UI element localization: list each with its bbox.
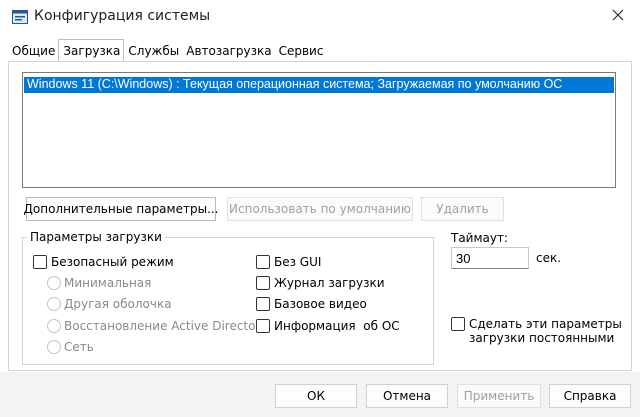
close-button[interactable] bbox=[596, 0, 640, 32]
cancel-button[interactable]: Отмена bbox=[366, 384, 448, 408]
safe-mode-minimal-label: Минимальная bbox=[64, 276, 152, 290]
timeout-unit-label: сек. bbox=[536, 251, 562, 265]
tab-tools[interactable]: Сервис bbox=[275, 41, 327, 61]
close-icon bbox=[612, 9, 624, 24]
boot-options-legend: Параметры загрузки bbox=[27, 230, 165, 244]
ok-button[interactable]: ОК bbox=[275, 384, 357, 408]
safe-mode-ad-repair-radio[interactable] bbox=[47, 319, 61, 333]
safe-boot-checkbox[interactable] bbox=[33, 255, 47, 269]
advanced-options-button[interactable]: Дополнительные параметры... bbox=[24, 197, 219, 221]
make-permanent-label: Сделать эти параметры загрузки постоянны… bbox=[469, 317, 622, 345]
boot-os-item[interactable]: Windows 11 (C:\Windows) : Текущая операц… bbox=[24, 77, 614, 93]
base-video-checkbox[interactable] bbox=[256, 297, 270, 311]
make-permanent-checkbox[interactable] bbox=[451, 317, 465, 331]
safe-mode-network-label: Сеть bbox=[64, 340, 94, 354]
safe-mode-minimal-radio[interactable] bbox=[47, 276, 61, 290]
base-video-label: Базовое видео bbox=[274, 297, 367, 311]
tab-strip: Общие Загрузка Службы Автозагрузка Серви… bbox=[8, 39, 327, 62]
tab-startup[interactable]: Автозагрузка bbox=[182, 41, 274, 61]
tab-general[interactable]: Общие bbox=[8, 41, 58, 61]
make-permanent-label-line1: Сделать эти параметры bbox=[469, 317, 622, 331]
tab-services[interactable]: Службы bbox=[124, 41, 182, 61]
boot-log-checkbox[interactable] bbox=[256, 276, 270, 290]
boot-log-label: Журнал загрузки bbox=[274, 276, 385, 290]
timeout-input[interactable] bbox=[451, 247, 529, 269]
safe-mode-ad-repair-label: Восстановление Active Directory bbox=[64, 319, 268, 333]
safe-boot-label: Безопасный режим bbox=[51, 255, 174, 269]
window-title: Конфигурация системы bbox=[34, 8, 211, 24]
delete-button[interactable]: Удалить bbox=[421, 197, 504, 221]
no-gui-checkbox[interactable] bbox=[256, 255, 270, 269]
set-default-button[interactable]: Использовать по умолчанию bbox=[227, 197, 413, 221]
tab-boot[interactable]: Загрузка bbox=[58, 39, 125, 61]
safe-mode-alternate-shell-label: Другая оболочка bbox=[64, 297, 172, 311]
help-button[interactable]: Справка bbox=[549, 384, 631, 408]
safe-mode-alternate-shell-radio[interactable] bbox=[47, 297, 61, 311]
os-info-checkbox[interactable] bbox=[256, 319, 270, 333]
apply-button[interactable]: Применить bbox=[457, 384, 541, 408]
boot-os-list[interactable]: Windows 11 (C:\Windows) : Текущая операц… bbox=[22, 72, 616, 188]
make-permanent-label-line2: загрузки постоянными bbox=[469, 331, 615, 345]
no-gui-label: Без GUI bbox=[274, 255, 322, 269]
safe-mode-network-radio[interactable] bbox=[47, 340, 61, 354]
msconfig-icon bbox=[12, 10, 28, 24]
os-info-label: Информация об ОС bbox=[274, 319, 400, 333]
title-bar: Конфигурация системы bbox=[0, 0, 640, 34]
timeout-label: Таймаут: bbox=[451, 231, 509, 245]
